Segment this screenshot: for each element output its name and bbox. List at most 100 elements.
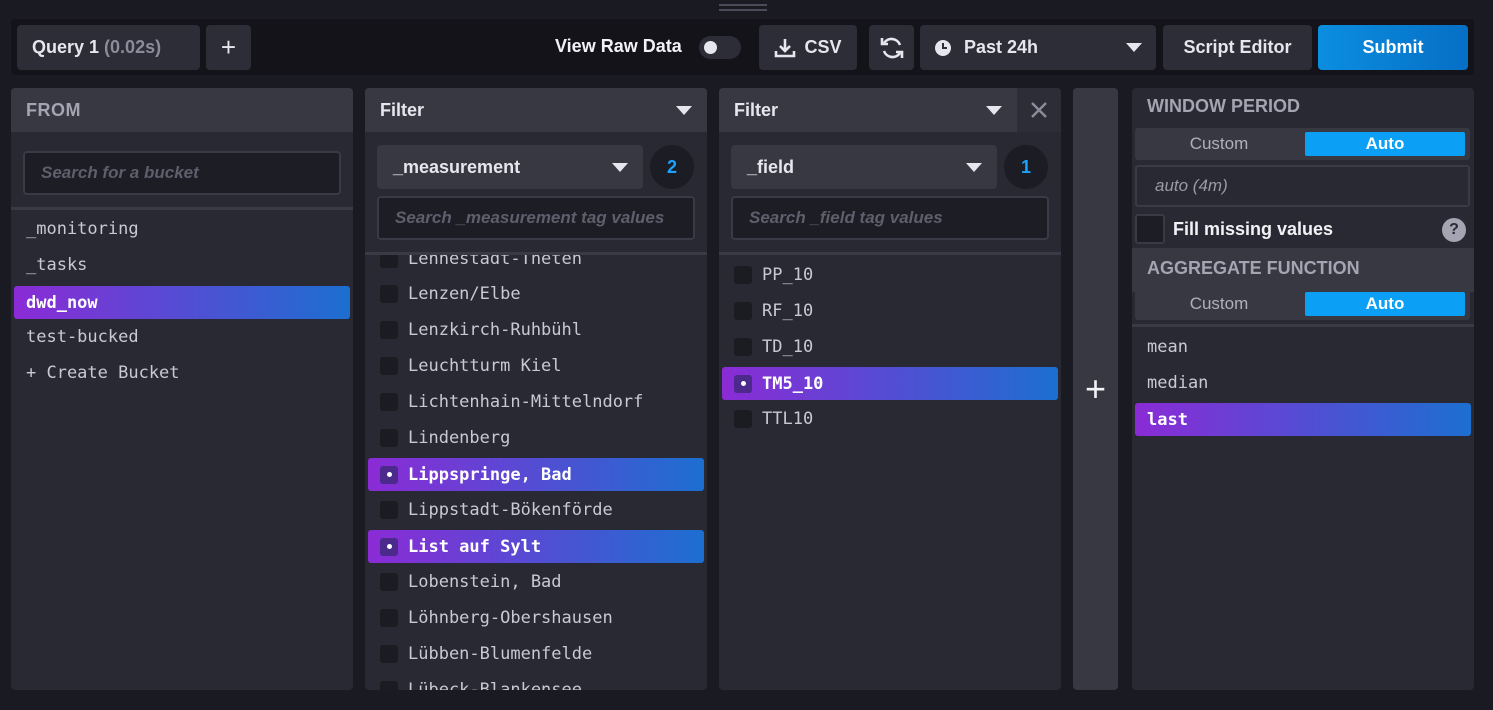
tag-value-item[interactable]: Lichtenhain-Mittelndorf xyxy=(368,385,704,418)
checkbox-checked[interactable] xyxy=(380,537,398,556)
aggregate-function-header: AGGREGATE FUNCTION xyxy=(1147,258,1360,278)
clock-icon xyxy=(935,39,951,56)
field-key-dropdown[interactable]: _field xyxy=(731,145,997,189)
chevron-down-icon xyxy=(676,106,692,115)
tag-value-item[interactable]: TD_10 xyxy=(722,330,1058,363)
tag-value-label: TTL10 xyxy=(762,408,814,429)
checkbox-checked[interactable] xyxy=(734,374,752,393)
checkbox[interactable] xyxy=(380,500,398,519)
checkbox[interactable] xyxy=(380,644,398,663)
filter-header[interactable]: Filter xyxy=(719,88,1017,132)
function-auto-option[interactable]: Auto xyxy=(1305,292,1465,316)
view-raw-data-label: View Raw Data xyxy=(555,36,682,56)
function-item[interactable]: median xyxy=(1135,366,1471,399)
query-tab[interactable]: Query 1 (0.02s) xyxy=(17,25,200,70)
download-icon xyxy=(775,38,796,57)
tag-value-label: PP_10 xyxy=(762,264,814,285)
tag-value-item[interactable]: RF_10 xyxy=(722,294,1058,327)
measurement-key-dropdown[interactable]: _measurement xyxy=(377,145,643,189)
tag-value-item[interactable]: Lenzen/Elbe xyxy=(368,277,704,310)
remove-filter-button[interactable] xyxy=(1017,88,1061,132)
field-search-input[interactable]: Search _field tag values xyxy=(731,196,1049,240)
tag-value-label: Lobenstein, Bad xyxy=(408,571,562,592)
tag-value-item[interactable]: TTL10 xyxy=(722,402,1058,435)
csv-label: CSV xyxy=(804,37,842,57)
function-custom-option[interactable]: Custom xyxy=(1139,292,1299,316)
checkbox[interactable] xyxy=(380,392,398,411)
checkbox[interactable] xyxy=(380,428,398,447)
checkbox[interactable] xyxy=(380,284,398,303)
checkbox[interactable] xyxy=(380,320,398,339)
add-query-button[interactable]: + xyxy=(206,25,251,70)
checkbox[interactable] xyxy=(380,572,398,591)
checkbox[interactable] xyxy=(380,608,398,627)
from-header: FROM xyxy=(11,88,353,132)
measurement-search-input[interactable]: Search _measurement tag values xyxy=(377,196,695,240)
create-bucket-link[interactable]: + Create Bucket xyxy=(14,356,350,389)
checkbox[interactable] xyxy=(734,301,752,320)
function-item-selected[interactable]: last xyxy=(1135,403,1471,436)
tag-value-item[interactable]: Löhnberg-Obershausen xyxy=(368,601,704,634)
aggregate-panel: WINDOW PERIOD Custom Auto auto (4m) Fill… xyxy=(1132,88,1474,690)
filter-key-label: _field xyxy=(747,156,795,177)
query-name: Query 1 xyxy=(32,37,100,57)
function-item[interactable]: mean xyxy=(1135,330,1471,363)
tag-value-item[interactable]: Lenzkirch-Ruhbühl xyxy=(368,313,704,346)
refresh-button[interactable] xyxy=(869,25,914,70)
bucket-search-input[interactable]: Search for a bucket xyxy=(23,151,341,195)
help-icon[interactable]: ? xyxy=(1442,218,1466,242)
bucket-item-selected[interactable]: dwd_now xyxy=(14,286,350,319)
filter-key-label: _measurement xyxy=(393,156,521,177)
chevron-down-icon xyxy=(966,163,982,172)
window-auto-option[interactable]: Auto xyxy=(1305,132,1465,156)
chevron-down-icon xyxy=(612,163,628,172)
divider xyxy=(1132,324,1474,327)
tag-value-item[interactable]: Lobenstein, Bad xyxy=(368,565,704,598)
selected-count-badge: 2 xyxy=(650,145,694,189)
tag-value-item[interactable]: Lippstadt-Bökenförde xyxy=(368,493,704,526)
tag-value-item[interactable]: Leuchtturm Kiel xyxy=(368,349,704,382)
tag-value-item[interactable]: Lübben-Blumenfelde xyxy=(368,637,704,670)
add-filter-button[interactable]: + xyxy=(1073,88,1118,690)
tag-value-label: Lippstadt-Bökenförde xyxy=(408,499,613,520)
tag-value-label: Lenzen/Elbe xyxy=(408,283,521,304)
checkbox-checked[interactable] xyxy=(380,465,398,484)
filter-title: Filter xyxy=(380,99,425,120)
tag-value-item[interactable]: Lindenberg xyxy=(368,421,704,454)
tag-value-item[interactable]: PP_10 xyxy=(722,258,1058,291)
window-period-header: WINDOW PERIOD xyxy=(1147,96,1300,116)
chevron-down-icon xyxy=(1126,43,1142,52)
filter-header[interactable]: Filter xyxy=(365,88,707,132)
field-value-list: PP_10 RF_10 TD_10 TM5_10 TTL10 xyxy=(719,255,1061,690)
csv-download-button[interactable]: CSV xyxy=(759,25,857,70)
tag-value-item[interactable]: Lübeck-Blankensee xyxy=(368,673,704,690)
time-range-dropdown[interactable]: Past 24h xyxy=(920,25,1156,70)
checkbox[interactable] xyxy=(380,680,398,690)
checkbox[interactable] xyxy=(734,409,752,428)
fill-missing-checkbox[interactable] xyxy=(1135,214,1165,244)
tag-value-label: List auf Sylt xyxy=(408,536,542,557)
tag-value-label: Leuchtturm Kiel xyxy=(408,355,562,376)
resize-handle[interactable] xyxy=(719,4,767,11)
checkbox[interactable] xyxy=(380,255,398,268)
aggregate-function-toggle: Custom Auto xyxy=(1135,288,1470,320)
bucket-item[interactable]: _monitoring xyxy=(14,212,350,245)
tag-value-item-selected[interactable]: Lippspringe, Bad xyxy=(368,458,704,491)
from-panel: FROM Search for a bucket _monitoring _ta… xyxy=(11,88,353,690)
bucket-item[interactable]: _tasks xyxy=(14,248,350,281)
submit-button[interactable]: Submit xyxy=(1318,25,1468,70)
filter-title: Filter xyxy=(734,99,779,120)
checkbox[interactable] xyxy=(734,265,752,284)
script-editor-button[interactable]: Script Editor xyxy=(1163,25,1312,70)
view-raw-data-toggle[interactable] xyxy=(699,36,741,59)
tag-value-label: Lenzkirch-Ruhbühl xyxy=(408,319,582,340)
tag-value-label: Lippspringe, Bad xyxy=(408,464,572,485)
window-period-input[interactable]: auto (4m) xyxy=(1135,165,1470,207)
tag-value-item-selected[interactable]: TM5_10 xyxy=(722,367,1058,400)
checkbox[interactable] xyxy=(380,356,398,375)
window-custom-option[interactable]: Custom xyxy=(1139,132,1299,156)
tag-value-item[interactable]: Lennestadt-Theten xyxy=(368,255,704,275)
tag-value-item-selected[interactable]: List auf Sylt xyxy=(368,530,704,563)
bucket-item[interactable]: test-bucked xyxy=(14,320,350,353)
checkbox[interactable] xyxy=(734,337,752,356)
